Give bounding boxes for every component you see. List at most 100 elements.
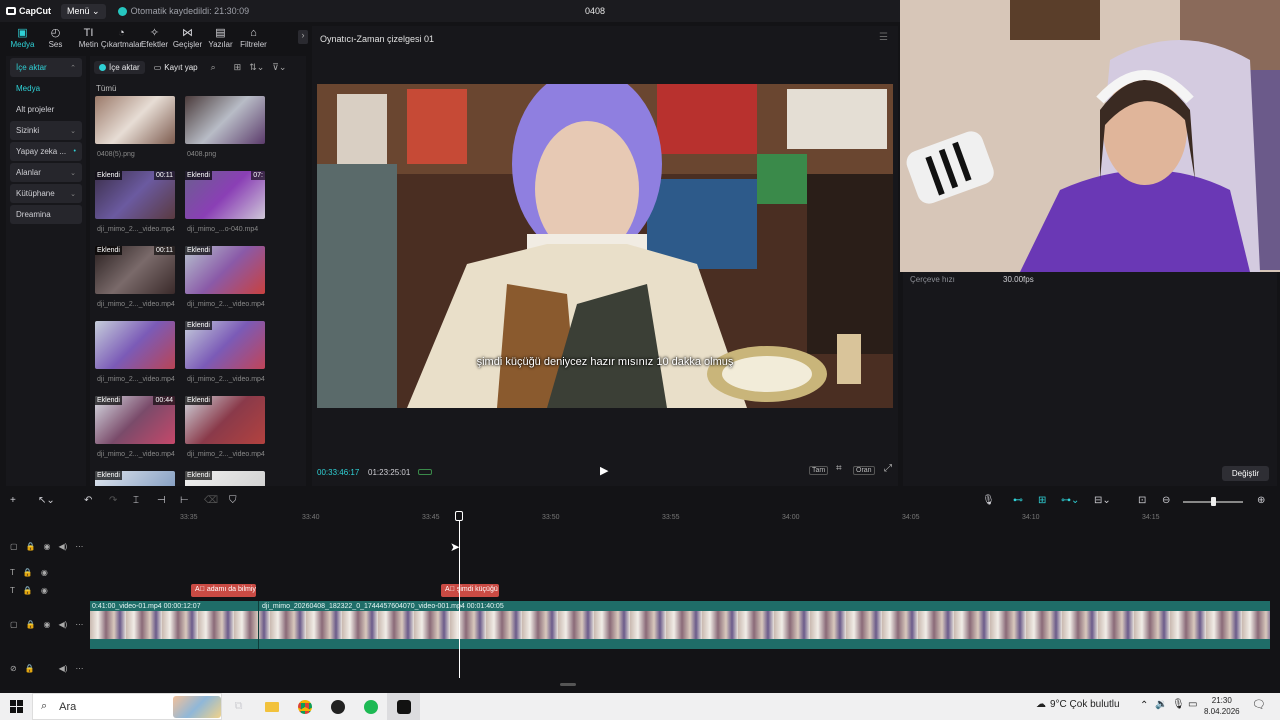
tab-cikartmalar[interactable]: ◔ Çıkartmalar (101, 27, 142, 49)
sidebar-item-kutuphane[interactable]: Kütüphane ⌄ (10, 184, 82, 203)
sidebar-item-medya[interactable]: Medya (10, 79, 82, 98)
app-icon[interactable] (321, 693, 354, 720)
lock-icon[interactable]: 🔒 (23, 568, 33, 577)
zoom-in-icon[interactable]: ⊕ (1257, 495, 1265, 506)
media-thumbnail[interactable]: Eklendi (185, 471, 265, 486)
taskbar-search[interactable]: ⌕ Ara (32, 693, 222, 720)
search-icon[interactable]: ⌕ (211, 62, 216, 73)
tab-ses[interactable]: ◴ Ses (39, 27, 72, 49)
filter-icon[interactable]: ⊽⌄ (272, 62, 286, 73)
speaker-icon[interactable]: ◀) (59, 542, 68, 551)
select-tool-icon[interactable]: ↖⌄ (38, 495, 55, 506)
weather-widget[interactable]: ☁ 9°C Çok bulutlu (1036, 699, 1120, 710)
sidebar-item-alanlar[interactable]: Alanlar ⌄ (10, 163, 82, 182)
caption-clip[interactable]: A⃞ adamı da bilmiy (191, 584, 256, 597)
file-explorer-icon[interactable] (255, 693, 288, 720)
play-icon[interactable]: ▶ (600, 464, 608, 477)
timeline-ruler[interactable]: 33:35 33:40 33:45 33:50 33:55 34:00 34:0… (90, 512, 1280, 526)
lock-icon[interactable]: 🔒 (26, 542, 36, 551)
ruler-tick: 33:55 (662, 514, 680, 521)
caption-icon[interactable]: ⊡ (1138, 495, 1146, 506)
tab-yazilar[interactable]: ▤ Yazılar (204, 27, 237, 49)
record-button[interactable]: ▭ Kayıt yap (149, 61, 203, 74)
grid-view-icon[interactable]: ⊞ (234, 62, 242, 73)
media-thumbnail[interactable]: Eklendi (185, 396, 265, 444)
timeline-scrollbar[interactable] (560, 683, 576, 686)
zoom-slider-handle[interactable] (1211, 497, 1216, 506)
magnet-icon[interactable]: ⊞ (1038, 495, 1046, 506)
chrome-icon[interactable] (288, 693, 321, 720)
eye-icon[interactable]: ◉ (44, 620, 51, 629)
import-button[interactable]: İçe aktar (94, 60, 145, 74)
video-preview[interactable]: şimdi küçüğü deniycez hazır mısınız 10 d… (317, 84, 893, 408)
spotify-icon[interactable] (354, 693, 387, 720)
eye-icon[interactable]: ◉ (41, 568, 48, 577)
redo-icon[interactable]: ↷ (109, 495, 117, 506)
speaker-icon[interactable]: ◀) (59, 664, 68, 673)
tab-gecisler[interactable]: ⋈ Geçişler (171, 27, 204, 49)
snap-icon[interactable]: ⊶⌄ (1061, 495, 1079, 506)
sidebar-item-alt-projeler[interactable]: Alt projeler (10, 100, 82, 119)
snapshot-icon[interactable]: ⌗ (834, 463, 844, 474)
sidebar-item-yapay-zeka[interactable]: Yapay zeka ... • (10, 142, 82, 161)
more-icon[interactable]: ⋯ (75, 620, 83, 629)
lock-icon[interactable]: 🔒 (23, 586, 33, 595)
shield-icon[interactable]: ⛉ (229, 495, 237, 506)
eye-icon[interactable]: ◉ (44, 542, 51, 551)
volume-icon[interactable]: 🔉 (1155, 699, 1167, 710)
task-view-icon[interactable]: ⧉ (222, 693, 255, 720)
media-thumbnail[interactable]: Eklendi 07: (185, 171, 265, 219)
tab-filtreler[interactable]: ⌂ Filtreler (237, 27, 270, 49)
ratio-button[interactable]: Oran (853, 466, 875, 475)
chevron-down-icon: ⌄ (70, 190, 76, 198)
sidebar-item-dreamina[interactable]: Dreamina (10, 205, 82, 224)
full-quality-button[interactable]: Tam (809, 466, 829, 475)
media-thumbnail[interactable]: Eklendi 00:11 (95, 246, 175, 294)
change-button[interactable]: Değiştir (1221, 466, 1269, 481)
zoom-out-icon[interactable]: ⊖ (1162, 495, 1170, 506)
media-thumbnail[interactable] (185, 96, 265, 144)
fullscreen-icon[interactable]: ⤢ (882, 463, 894, 474)
taskbar-clock[interactable]: 21:30 8.04.2026 (1204, 695, 1240, 717)
lock-icon[interactable]: 🔒 (26, 620, 36, 629)
microphone-icon[interactable]: 🎙 (982, 495, 995, 506)
playhead[interactable] (459, 512, 460, 678)
sort-icon[interactable]: ⇅⌄ (249, 62, 264, 73)
media-thumbnail[interactable]: Eklendi 00:44 (95, 396, 175, 444)
windows-start-icon[interactable] (0, 693, 32, 720)
preview-axis-icon[interactable]: ⊟⌄ (1094, 495, 1111, 506)
split-left-icon[interactable]: ⊣ (157, 495, 166, 506)
main-video-clip[interactable]: 0:41:00_video-01.mp4 00:00:12:07 dji_mim… (90, 601, 1270, 649)
undo-icon[interactable]: ↶ (84, 495, 92, 506)
microphone-icon[interactable]: 🎙 (1172, 699, 1185, 710)
capcut-taskbar-icon[interactable] (387, 693, 420, 720)
split-right-icon[interactable]: ⊢ (180, 495, 189, 506)
lock-icon[interactable]: 🔒 (25, 664, 35, 673)
chevron-right-icon[interactable]: › (298, 30, 308, 44)
link-icon[interactable]: ⊷ (1013, 495, 1023, 506)
eye-icon[interactable]: ◉ (41, 586, 48, 595)
speaker-icon[interactable]: ◀) (59, 620, 68, 629)
media-thumbnail[interactable]: Eklendi (95, 471, 175, 486)
media-thumbnail[interactable]: Eklendi (185, 246, 265, 294)
network-icon[interactable]: ▭ (1188, 699, 1197, 710)
menu-button[interactable]: Menü ⌄ (61, 3, 106, 19)
playhead-handle[interactable] (455, 511, 463, 521)
chevron-up-icon[interactable]: ⌃ (1140, 700, 1148, 711)
sidebar-item-ice-aktar[interactable]: İçe aktar ⌃ (10, 58, 82, 77)
add-track-icon[interactable]: + (10, 495, 16, 506)
media-thumbnail[interactable] (95, 321, 175, 369)
sidebar-item-sizinki[interactable]: Sizinki ⌄ (10, 121, 82, 140)
more-icon[interactable]: ⋯ (76, 664, 84, 673)
media-thumbnail[interactable]: Eklendi 00:11 (95, 171, 175, 219)
tab-efektler[interactable]: ✧ Efektler (138, 27, 171, 49)
media-thumbnail[interactable]: Eklendi (185, 321, 265, 369)
split-icon[interactable]: ⌶ (133, 495, 139, 506)
media-thumbnail[interactable] (95, 96, 175, 144)
menu-icon[interactable]: ☰ (879, 32, 888, 43)
delete-icon[interactable]: ⌫ (204, 495, 218, 506)
notification-icon[interactable]: 🗨 (1252, 698, 1266, 711)
more-icon[interactable]: ⋯ (75, 542, 83, 551)
caption-clip[interactable]: A⃞ şimdi küçüğü (441, 584, 499, 597)
tab-medya[interactable]: ▣ Medya (6, 27, 39, 49)
